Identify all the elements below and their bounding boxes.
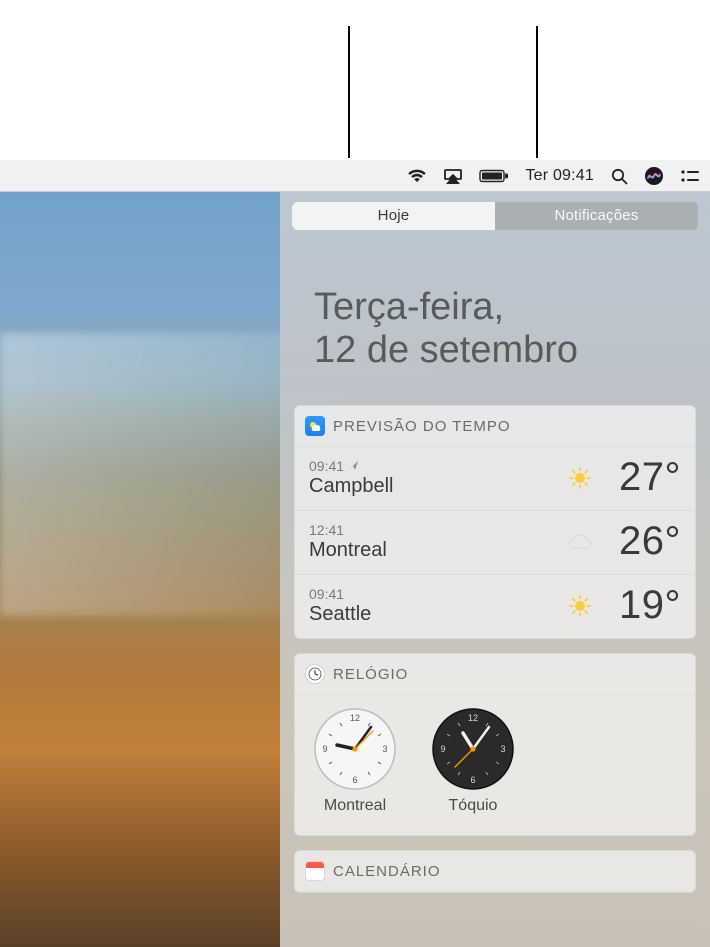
weather-widget-title: PREVISÃO DO TEMPO xyxy=(333,418,511,435)
weather-time: 12:41 xyxy=(309,522,344,538)
menubar-clock[interactable]: Ter 09:41 xyxy=(525,160,594,191)
sunny-icon xyxy=(563,466,597,490)
date-line-1: Terça-feira, xyxy=(314,286,676,329)
clock-widget: RELÓGIO 12 3 6 9 xyxy=(294,653,696,836)
svg-text:12: 12 xyxy=(468,713,478,723)
svg-text:9: 9 xyxy=(322,744,327,754)
weather-widget: PREVISÃO DO TEMPO 09:41 Campbell xyxy=(294,405,696,639)
world-clock-city: Tóquio xyxy=(449,797,498,815)
calendar-widget-title: CALENDÁRIO xyxy=(333,863,441,880)
svg-text:3: 3 xyxy=(382,744,387,754)
siri-icon[interactable] xyxy=(644,160,664,191)
world-clock-item[interactable]: 12 3 6 9 xyxy=(431,707,515,815)
tab-today[interactable]: Hoje xyxy=(292,202,495,230)
svg-text:6: 6 xyxy=(352,775,357,785)
wifi-icon[interactable] xyxy=(407,160,427,191)
weather-city: Montreal xyxy=(309,539,563,562)
date-line-2: 12 de setembro xyxy=(314,329,676,372)
spotlight-icon[interactable] xyxy=(610,160,628,191)
tab-notifications[interactable]: Notificações xyxy=(495,202,698,230)
cloudy-icon xyxy=(563,532,597,552)
nc-tab-bar: Hoje Notificações xyxy=(292,202,698,230)
weather-list: 09:41 Campbell 27° 12 xyxy=(295,447,695,638)
weather-temp: 19° xyxy=(603,583,681,628)
weather-time: 09:41 xyxy=(309,458,344,474)
clock-widget-title: RELÓGIO xyxy=(333,666,408,683)
annotation-callouts xyxy=(0,0,710,160)
menubar: Ter 09:41 xyxy=(0,160,710,192)
location-arrow-icon xyxy=(348,460,359,471)
weather-row[interactable]: 09:41 Campbell 27° xyxy=(295,447,695,510)
svg-text:9: 9 xyxy=(440,744,445,754)
world-clock-item[interactable]: 12 3 6 9 xyxy=(313,707,397,815)
calendar-app-icon xyxy=(305,861,325,881)
weather-row[interactable]: 09:41 Seattle 19° xyxy=(295,574,695,638)
notification-center-icon[interactable] xyxy=(680,160,700,191)
battery-icon[interactable] xyxy=(479,160,509,191)
weather-temp: 27° xyxy=(603,455,681,500)
weather-time: 09:41 xyxy=(309,586,344,602)
clock-app-icon xyxy=(305,664,325,684)
world-clock-city: Montreal xyxy=(324,797,386,815)
weather-row[interactable]: 12:41 Montreal 26° xyxy=(295,510,695,574)
weather-city: Seattle xyxy=(309,603,563,626)
weather-app-icon xyxy=(305,416,325,436)
weather-city: Campbell xyxy=(309,475,563,498)
svg-text:3: 3 xyxy=(500,744,505,754)
sunny-icon xyxy=(563,594,597,618)
calendar-widget: CALENDÁRIO xyxy=(294,850,696,893)
clock-face-day: 12 3 6 9 xyxy=(313,707,397,791)
airplay-icon[interactable] xyxy=(443,160,463,191)
today-date-header: Terça-feira, 12 de setembro xyxy=(292,256,698,405)
clock-face-night: 12 3 6 9 xyxy=(431,707,515,791)
svg-text:6: 6 xyxy=(470,775,475,785)
weather-temp: 26° xyxy=(603,519,681,564)
svg-text:12: 12 xyxy=(350,713,360,723)
notification-center-panel: Hoje Notificações Terça-feira, 12 de set… xyxy=(280,192,710,947)
